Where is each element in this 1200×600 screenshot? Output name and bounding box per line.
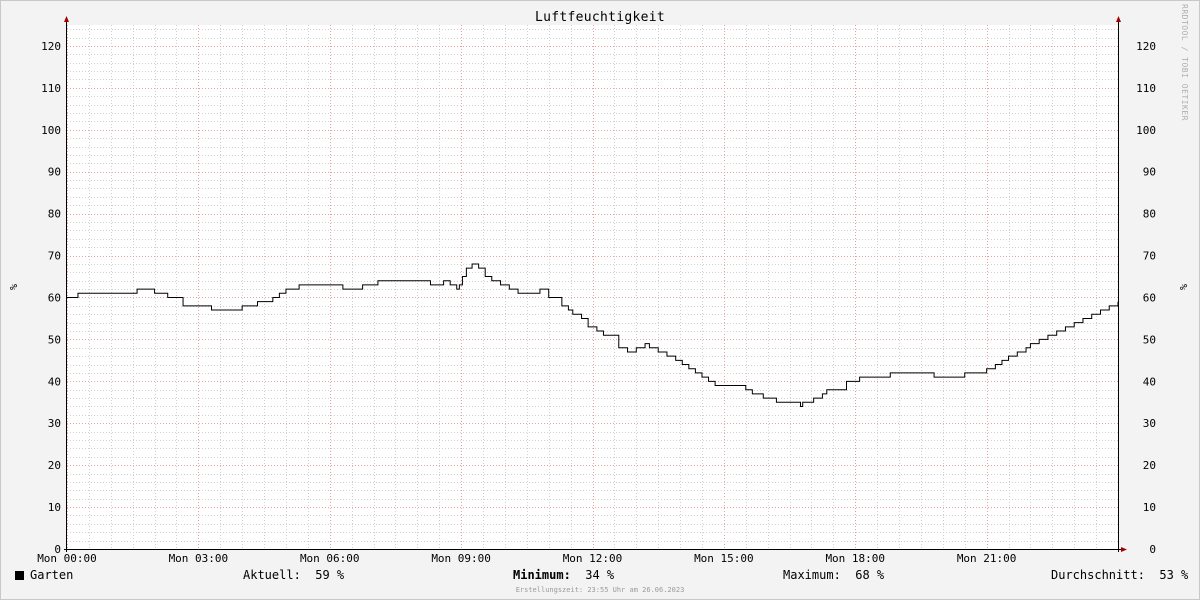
- legend-series-label: Garten: [30, 568, 74, 582]
- y-tick-label-right: 30: [1143, 417, 1156, 430]
- y-tick-label-right: 100: [1136, 124, 1156, 137]
- x-tick-label: Mon 12:00: [563, 552, 623, 565]
- legend-series: Garten: [15, 568, 73, 582]
- x-axis-arrow: [1121, 547, 1127, 552]
- current-value: 59 %: [315, 568, 345, 582]
- avg-value: 53 %: [1159, 568, 1189, 582]
- x-axis-ticks: Mon 00:00 Mon 03:00 Mon 06:00 Mon 09:00 Mon …: [37, 552, 1016, 565]
- y-tick-label-left: 20: [48, 459, 61, 472]
- x-tick-label: Mon 21:00: [957, 552, 1017, 565]
- y-tick-label-left: 40: [48, 375, 61, 388]
- y-axis-label-right: %: [1177, 284, 1188, 290]
- y-tick-label-right: 0: [1149, 543, 1156, 556]
- x-tick-label: Mon 06:00: [300, 552, 360, 565]
- humidity-chart: 0 010 1020 2030 3040 4050 5060 6070 7080 8090 9010…: [7, 16, 1188, 565]
- y-axis-arrow-left: [64, 16, 69, 22]
- y-tick-label-right: 110: [1136, 82, 1156, 95]
- x-tick-label: Mon 09:00: [431, 552, 491, 565]
- legend-current: Aktuell: 59 %: [243, 568, 344, 582]
- y-tick-label-left: 110: [41, 82, 61, 95]
- y-tick-label-right: 20: [1143, 459, 1156, 472]
- creation-time: Erstellungszeit: 23:55 Uhr am 26.06.2023: [515, 586, 685, 594]
- min-value: 34 %: [585, 568, 615, 582]
- y-tick-label-left: 80: [48, 208, 61, 221]
- y-axis-arrow-right: [1116, 16, 1121, 22]
- y-tick-label-left: 70: [48, 250, 61, 263]
- y-tick-label-right: 70: [1143, 250, 1156, 263]
- y-tick-label-left: 30: [48, 417, 61, 430]
- y-tick-label-right: 60: [1143, 291, 1156, 304]
- y-tick-label-right: 90: [1143, 166, 1156, 179]
- y-tick-label-left: 50: [48, 333, 61, 346]
- y-tick-label-right: 40: [1143, 375, 1156, 388]
- y-tick-label-right: 120: [1136, 40, 1156, 53]
- min-label: Minimum:: [513, 568, 571, 582]
- legend-swatch: [15, 571, 24, 580]
- y-tick-label-right: 10: [1143, 501, 1156, 514]
- y-tick-label-left: 120: [41, 40, 61, 53]
- y-tick-label-right: 80: [1143, 208, 1156, 221]
- legend-average: Durchschnitt: 53 %: [1051, 568, 1188, 582]
- y-tick-label-left: 90: [48, 166, 61, 179]
- x-tick-label: Mon 03:00: [169, 552, 229, 565]
- y-tick-label-right: 50: [1143, 333, 1156, 346]
- max-value: 68 %: [855, 568, 885, 582]
- max-label: Maximum:: [783, 568, 841, 582]
- avg-label: Durchschnitt:: [1051, 568, 1145, 582]
- y-axis-label-left: %: [7, 284, 18, 290]
- x-tick-label: Mon 15:00: [694, 552, 754, 565]
- y-tick-label-left: 100: [41, 124, 61, 137]
- legend-maximum: Maximum: 68 %: [783, 568, 884, 582]
- y-tick-label-left: 60: [48, 291, 61, 304]
- x-tick-label: Mon 00:00: [37, 552, 97, 565]
- plot-canvas: [67, 25, 1118, 549]
- legend-minimum: Minimum: 34 %: [513, 568, 614, 582]
- current-label: Aktuell:: [243, 568, 301, 582]
- x-tick-label: Mon 18:00: [825, 552, 885, 565]
- y-tick-label-left: 10: [48, 501, 61, 514]
